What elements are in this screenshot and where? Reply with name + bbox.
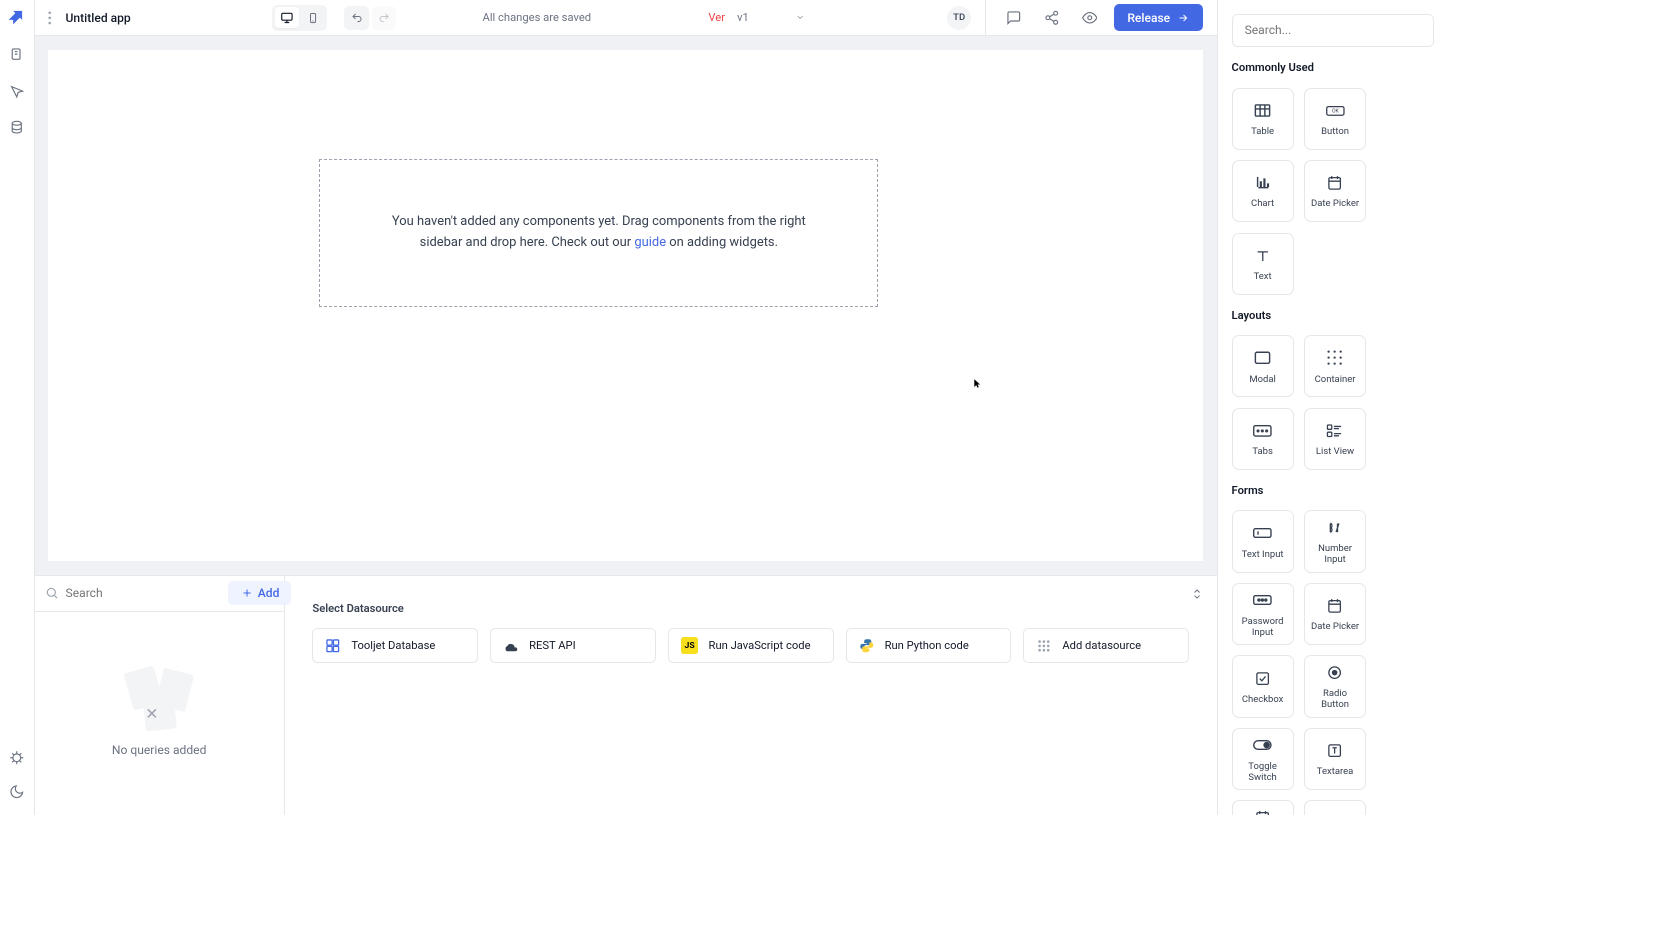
query-search[interactable] xyxy=(45,586,222,600)
dropzone[interactable]: You haven't added any components yet. Dr… xyxy=(319,159,878,307)
section-forms: Forms xyxy=(1232,484,1435,497)
password-input-icon xyxy=(1252,590,1273,611)
js-icon: JS xyxy=(681,637,698,654)
version-value: v1 xyxy=(737,11,749,24)
toggle-icon xyxy=(1252,735,1273,756)
version-label[interactable]: Ver xyxy=(695,11,725,24)
datasource-tooljet-db[interactable]: Tooljet Database xyxy=(312,628,478,663)
pages-icon[interactable] xyxy=(3,41,31,69)
component-password-input[interactable]: Password Input xyxy=(1232,583,1294,645)
preview-icon[interactable] xyxy=(1076,4,1104,32)
component-panel: Commonly Used Table OK Button Chart Date… xyxy=(1217,0,1448,815)
component-number-input[interactable]: Number Input xyxy=(1304,510,1366,572)
dropzone-text-after: on adding widgets. xyxy=(666,235,778,250)
version-chevron-icon[interactable] xyxy=(795,12,805,22)
guide-link[interactable]: guide xyxy=(634,235,666,250)
share-icon[interactable] xyxy=(1038,4,1066,32)
range-picker-icon xyxy=(1254,807,1271,815)
component-textarea[interactable]: Textarea xyxy=(1304,728,1366,790)
empty-queries-icon: ✕ xyxy=(125,669,194,729)
device-toggle xyxy=(272,5,327,31)
cloud-icon xyxy=(503,638,519,654)
text-icon xyxy=(1255,245,1271,266)
save-status: All changes are saved xyxy=(483,11,592,24)
component-date-picker-common[interactable]: Date Picker xyxy=(1304,160,1366,222)
component-search-input[interactable] xyxy=(1245,23,1422,37)
logo-icon[interactable] xyxy=(7,7,26,26)
left-sidebar xyxy=(0,0,35,815)
component-range-picker[interactable]: Range Picker xyxy=(1232,800,1294,814)
radio-icon xyxy=(1326,662,1343,683)
calendar-icon xyxy=(1326,595,1343,616)
datasource-title: Select Datasource xyxy=(312,602,1189,615)
checkbox-icon xyxy=(1254,668,1271,689)
add-datasource-button[interactable]: Add datasource xyxy=(1023,628,1189,663)
query-list: Add ✕ No queries added xyxy=(35,576,285,815)
mouse-cursor-icon xyxy=(973,378,983,388)
query-search-input[interactable] xyxy=(66,586,222,600)
avatar[interactable]: TD xyxy=(947,6,971,30)
component-tabs[interactable]: Tabs xyxy=(1232,408,1294,470)
collapse-panel-icon[interactable] xyxy=(1191,588,1203,600)
datasource-python[interactable]: Run Python code xyxy=(846,628,1012,663)
component-text[interactable]: Text xyxy=(1232,233,1294,295)
database-grid-icon xyxy=(325,638,341,654)
add-query-button[interactable]: Add xyxy=(228,581,291,605)
component-button[interactable]: OK Button xyxy=(1304,88,1366,150)
tabs-icon xyxy=(1252,420,1273,441)
python-icon xyxy=(859,638,875,654)
divider xyxy=(985,0,986,36)
modal-icon xyxy=(1253,348,1272,369)
component-search[interactable] xyxy=(1232,14,1435,47)
topbar: Untitled app xyxy=(35,0,1217,36)
component-list-view[interactable]: List View xyxy=(1304,408,1366,470)
component-modal[interactable]: Modal xyxy=(1232,335,1294,397)
canvas-inner[interactable]: You haven't added any components yet. Dr… xyxy=(48,50,1203,561)
section-commonly-used: Commonly Used xyxy=(1232,61,1435,74)
component-checkbox[interactable]: Checkbox xyxy=(1232,655,1294,717)
chart-icon xyxy=(1254,173,1271,194)
component-date-picker-form[interactable]: Date Picker xyxy=(1304,583,1366,645)
button-icon: OK xyxy=(1325,100,1346,121)
component-dropdown[interactable]: Dropdown xyxy=(1304,800,1366,814)
container-icon xyxy=(1326,348,1343,369)
dropdown-icon xyxy=(1325,813,1346,815)
text-input-icon xyxy=(1252,523,1273,544)
component-container[interactable]: Container xyxy=(1304,335,1366,397)
theme-icon[interactable] xyxy=(3,778,31,806)
component-text-input[interactable]: Text Input xyxy=(1232,510,1294,572)
section-layouts: Layouts xyxy=(1232,309,1435,322)
component-toggle-switch[interactable]: Toggle Switch xyxy=(1232,728,1294,790)
textarea-icon xyxy=(1326,740,1343,761)
desktop-view-button[interactable] xyxy=(275,7,299,28)
database-icon[interactable] xyxy=(3,114,31,142)
query-panel: Add ✕ No queries added xyxy=(35,575,1217,815)
svg-text:OK: OK xyxy=(1332,108,1340,114)
app-name[interactable]: Untitled app xyxy=(66,11,131,25)
debug-icon[interactable] xyxy=(3,744,31,772)
component-chart[interactable]: Chart xyxy=(1232,160,1294,222)
app-menu-icon[interactable] xyxy=(48,11,51,25)
mobile-view-button[interactable] xyxy=(301,7,325,28)
undo-button[interactable] xyxy=(344,6,368,30)
datasource-rest-api[interactable]: REST API xyxy=(490,628,656,663)
component-radio-button[interactable]: Radio Button xyxy=(1304,655,1366,717)
canvas[interactable]: You haven't added any components yet. Dr… xyxy=(35,36,1217,574)
plus-icon xyxy=(241,587,253,599)
datasource-javascript[interactable]: JS Run JavaScript code xyxy=(668,628,834,663)
component-table[interactable]: Table xyxy=(1232,88,1294,150)
calendar-icon xyxy=(1326,173,1343,194)
comments-icon[interactable] xyxy=(1000,4,1028,32)
list-view-icon xyxy=(1326,420,1343,441)
redo-button[interactable] xyxy=(372,6,396,30)
add-grid-icon xyxy=(1036,638,1052,654)
inspect-icon[interactable] xyxy=(3,78,31,106)
table-icon xyxy=(1253,100,1272,121)
release-button[interactable]: Release xyxy=(1114,4,1203,32)
search-icon xyxy=(45,586,59,600)
empty-queries-label: No queries added xyxy=(112,743,207,757)
number-input-icon xyxy=(1326,517,1343,538)
datasource-selector: Select Datasource Tooljet Database xyxy=(285,576,1217,815)
